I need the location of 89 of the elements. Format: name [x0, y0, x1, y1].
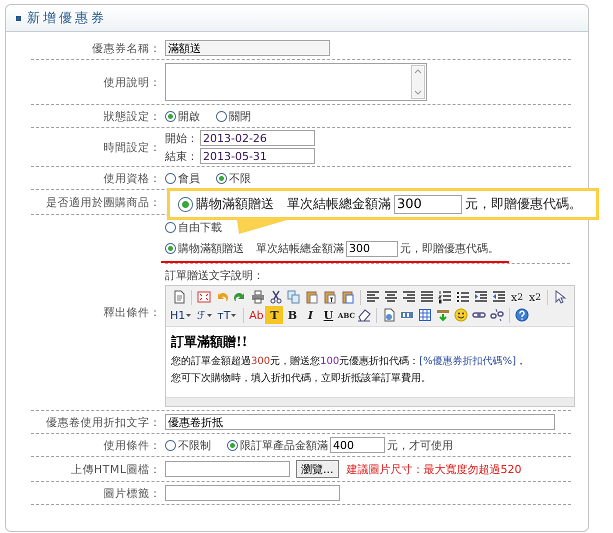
input-field[interactable]: 滿額送: [165, 40, 330, 56]
option-label: 關閉: [229, 108, 251, 124]
indent-icon[interactable]: [474, 290, 488, 304]
eraser-icon[interactable]: [357, 308, 372, 322]
clipboard-icon[interactable]: [305, 290, 319, 304]
input-field[interactable]: 優惠卷折抵: [165, 414, 555, 430]
align-left-icon[interactable]: [366, 290, 380, 304]
clipboard-icon[interactable]: [341, 290, 355, 304]
justify-icon[interactable]: [420, 290, 434, 304]
field-label: 使用條件：: [102, 438, 162, 452]
panel-title: 新增優惠券: [27, 10, 107, 27]
format-button[interactable]: I: [301, 306, 320, 324]
scrollbar-drawing: [411, 65, 425, 99]
option-label: 購物滿額贈送: [178, 241, 244, 256]
radio-button[interactable]: [178, 196, 193, 212]
radio-button[interactable]: [165, 440, 176, 450]
table-icon[interactable]: [418, 308, 432, 322]
format-dropdown[interactable]: ℱ: [195, 306, 214, 324]
field-label: 開始：: [165, 130, 198, 146]
help-icon[interactable]: [515, 308, 530, 322]
date-field[interactable]: 2013-02-26: [200, 130, 315, 146]
caret-icon: [206, 314, 212, 316]
radio-button[interactable]: [216, 110, 227, 122]
field-label: 狀態設定：: [102, 108, 162, 124]
radio-button[interactable]: [165, 110, 176, 122]
redo-icon[interactable]: [233, 290, 247, 304]
field-label: 圖片標籤：: [102, 486, 162, 500]
field-label: 元，即贈優惠代碼。: [465, 196, 582, 213]
align-right-icon[interactable]: [402, 290, 416, 304]
format-button[interactable]: B: [283, 306, 302, 324]
format-button[interactable]: Ab: [247, 306, 266, 324]
numbered-list-icon[interactable]: [438, 290, 452, 304]
clipboard-icon[interactable]: [323, 290, 337, 304]
option-label: 會員: [178, 170, 200, 186]
scissors-icon[interactable]: [269, 290, 283, 304]
field-label: 使用說明：: [102, 74, 162, 90]
field-label: 結束：: [165, 148, 198, 164]
copy-icon[interactable]: [287, 290, 301, 304]
radio-button[interactable]: [165, 243, 176, 254]
field-label: 優惠券名稱：: [91, 40, 162, 56]
radio-button[interactable]: [165, 222, 176, 233]
input-field[interactable]: [165, 485, 340, 501]
field-label: 上傳HTML圖檔：: [70, 462, 162, 476]
format-dropdown[interactable]: ᴛT: [217, 306, 236, 324]
broken-link-icon[interactable]: [490, 308, 504, 322]
size-hint: 建議圖片尺寸：最大寬度勿超過520: [346, 462, 522, 476]
align-center-icon[interactable]: [384, 290, 398, 304]
image-icon[interactable]: [382, 308, 396, 322]
field-label: 元，即贈優惠代碼。: [400, 241, 499, 256]
smiley-icon[interactable]: [454, 308, 468, 322]
field-label: 優惠卷使用折扣文字：: [45, 414, 162, 430]
field-label: 單次結帳總金額滿: [256, 241, 344, 256]
amount-field[interactable]: 400: [330, 437, 385, 453]
bullet-list-icon[interactable]: [456, 290, 470, 304]
file-field[interactable]: [165, 461, 290, 477]
field-label: 時間設定：: [102, 140, 162, 154]
field-label: 單次結帳總金額滿: [287, 196, 391, 213]
date-field[interactable]: 2013-05-31: [200, 148, 315, 164]
field-label: 使用資格：: [102, 170, 162, 186]
editor-paragraph: 您的訂單金額超過300元，贈送您100元優惠折扣代碼：[%優惠券折扣代碼%]，: [171, 354, 527, 369]
option-label: 自由下載: [178, 220, 222, 235]
amount-field[interactable]: 300: [346, 240, 398, 256]
caret-icon: [186, 314, 192, 316]
option-label: 不限: [229, 170, 251, 186]
option-label: 開啟: [178, 108, 200, 124]
document-icon[interactable]: [172, 290, 186, 304]
browse-button[interactable]: 瀏覽...: [296, 460, 338, 478]
format-dropdown[interactable]: H1: [170, 306, 192, 324]
radio-button[interactable]: [216, 172, 227, 184]
radio-button[interactable]: [165, 172, 176, 184]
editor-paragraph: 您可下次購物時，填入折扣代碼，立即折抵該筆訂單費用。: [171, 372, 432, 386]
printer-icon[interactable]: [251, 290, 265, 304]
expand-icon[interactable]: [197, 290, 211, 304]
bullet-icon: [16, 16, 21, 20]
format-button[interactable]: U: [319, 306, 338, 324]
option-label: 購物滿額贈送: [196, 196, 274, 213]
field-label: 元，才可使用: [387, 438, 453, 452]
option-label: 限訂單產品金額滿: [240, 438, 328, 452]
format-button[interactable]: T: [265, 306, 284, 324]
radio-button[interactable]: [227, 440, 238, 450]
field-label: 釋出條件：: [102, 305, 162, 320]
field-label: 訂單贈送文字說明：: [165, 268, 264, 283]
amount-field[interactable]: 300: [394, 194, 462, 214]
option-label: 不限制: [178, 438, 211, 452]
caret-icon: [231, 314, 236, 316]
field-label: 是否適用於團購商品：: [45, 194, 162, 210]
editor-heading: 訂單滿額贈!!: [171, 334, 248, 351]
outdent-icon[interactable]: [492, 290, 506, 304]
cursor-icon[interactable]: [553, 290, 567, 304]
